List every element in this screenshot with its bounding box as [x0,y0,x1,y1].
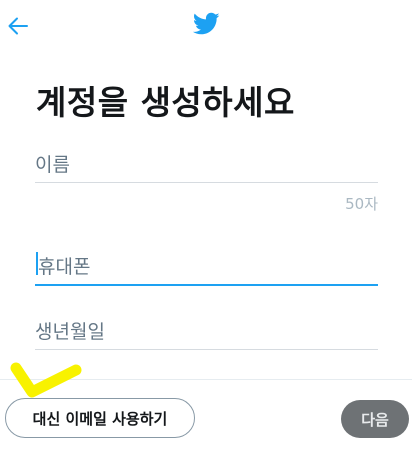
phone-field[interactable] [35,245,378,286]
phone-input[interactable] [38,256,378,278]
footer-divider [0,379,412,380]
next-button[interactable]: 다음 [341,400,409,438]
birthdate-field[interactable] [35,310,378,350]
birthdate-input[interactable] [35,321,378,343]
name-field[interactable] [35,142,378,183]
back-button[interactable] [4,12,32,40]
arrow-left-icon [8,17,28,35]
use-email-instead-button[interactable]: 대신 이메일 사용하기 [5,398,195,438]
page-title: 계정을 생성하세요 [36,83,295,122]
name-character-count: 50자 [345,195,378,213]
twitter-bird-icon [193,12,220,35]
name-input[interactable] [35,154,378,176]
